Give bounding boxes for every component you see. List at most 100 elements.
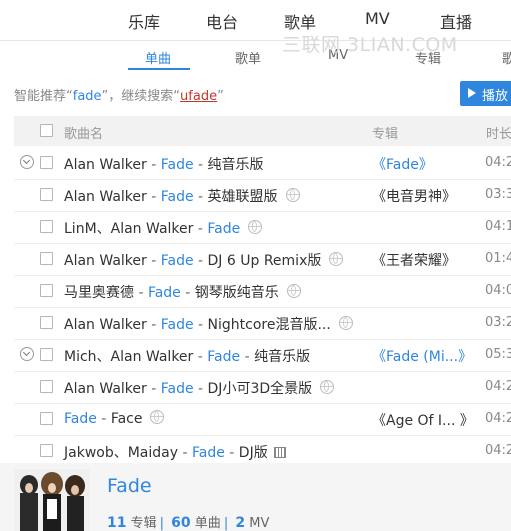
song-album[interactable]: 《Age Of I... 》 bbox=[372, 410, 474, 430]
song-artist[interactable]: Jakwob、Maiday bbox=[64, 445, 178, 461]
song-title[interactable]: Jakwob、Maiday - Fade - DJ版 bbox=[64, 442, 286, 462]
song-name[interactable]: Fade bbox=[161, 157, 194, 173]
song-title[interactable]: Alan Walker - Fade - 纯音乐版 bbox=[64, 154, 264, 174]
song-title[interactable]: 马里奥赛德 - Fade - 钢琴版纯音乐 bbox=[64, 282, 301, 302]
song-name[interactable]: Fade bbox=[207, 221, 240, 237]
song-album[interactable]: 《Fade》 bbox=[372, 154, 433, 174]
hint-prefix: 智能推荐“ bbox=[14, 89, 73, 104]
song-row[interactable]: Alan Walker - Fade - 纯音乐版 《Fade》 04:2 bbox=[14, 147, 511, 180]
albums-label[interactable]: 专辑 bbox=[131, 516, 157, 531]
header-duration: 时长 bbox=[486, 127, 511, 142]
song-name[interactable]: Fade bbox=[192, 445, 225, 461]
song-row[interactable]: 马里奥赛德 - Fade - 钢琴版纯音乐 04:0 bbox=[14, 275, 511, 308]
albums-count: 11 bbox=[107, 515, 127, 531]
globe-icon bbox=[329, 252, 344, 266]
song-duration: 04:2 bbox=[485, 411, 511, 426]
song-artist[interactable]: LinM、Alan Walker bbox=[64, 221, 193, 237]
song-name[interactable]: Fade bbox=[148, 285, 181, 301]
song-row[interactable]: Alan Walker - Fade - 英雄联盟版 《电音男神》 03:3 bbox=[14, 179, 511, 212]
song-name[interactable]: Fade bbox=[161, 189, 194, 205]
song-artist[interactable]: Alan Walker bbox=[64, 189, 147, 205]
watermark: 三联网 3LIAN.COM bbox=[282, 34, 458, 56]
song-checkbox[interactable] bbox=[40, 444, 53, 457]
song-artist[interactable]: 马里奥赛德 bbox=[64, 285, 134, 301]
song-version: 纯音乐版 bbox=[254, 349, 311, 365]
song-title[interactable]: LinM、Alan Walker - Fade bbox=[64, 218, 263, 238]
song-row[interactable]: Fade - Face 《Age Of I... 》 04:2 bbox=[14, 403, 511, 436]
song-checkbox[interactable] bbox=[40, 316, 53, 329]
song-album[interactable]: 《电音男神》 bbox=[372, 186, 456, 206]
song-row[interactable]: Alan Walker - Fade - Nightcore混音版... 03:2 bbox=[14, 307, 511, 340]
song-artist[interactable]: Alan Walker bbox=[64, 317, 147, 333]
song-duration: 04:1 bbox=[485, 219, 511, 234]
hint-middle: ”，继续搜索“ bbox=[101, 89, 181, 104]
mv-icon[interactable] bbox=[273, 447, 286, 458]
song-title[interactable]: Alan Walker - Fade - DJ小可3D全景版 bbox=[64, 378, 335, 398]
song-name[interactable]: Fade bbox=[64, 411, 97, 427]
song-artist[interactable]: Mich、Alan Walker bbox=[64, 349, 193, 365]
song-row[interactable]: LinM、Alan Walker - Fade 04:1 bbox=[14, 211, 511, 244]
song-version: DJ版 bbox=[238, 445, 268, 461]
song-checkbox[interactable] bbox=[40, 220, 53, 233]
song-checkbox[interactable] bbox=[40, 380, 53, 393]
song-checkbox[interactable] bbox=[40, 412, 53, 425]
song-checkbox[interactable] bbox=[40, 348, 53, 361]
songs-count: 60 bbox=[171, 515, 191, 531]
header-song: 歌曲名 bbox=[64, 127, 104, 142]
song-artist[interactable]: Alan Walker bbox=[64, 381, 147, 397]
play-all-button[interactable]: 播放 bbox=[460, 81, 511, 106]
song-name[interactable]: Fade bbox=[161, 381, 194, 397]
globe-icon bbox=[320, 380, 335, 394]
hint-keyword: fade bbox=[72, 89, 102, 104]
song-duration: 04:0 bbox=[485, 283, 511, 298]
mv-label[interactable]: MV bbox=[249, 516, 269, 531]
globe-icon bbox=[285, 188, 300, 202]
select-all-checkbox[interactable] bbox=[40, 124, 53, 137]
song-duration: 04:2 bbox=[485, 443, 511, 458]
song-title[interactable]: Alan Walker - Fade - Nightcore混音版... bbox=[64, 314, 353, 334]
play-all-label: 播放 bbox=[482, 89, 509, 104]
song-checkbox[interactable] bbox=[40, 188, 53, 201]
play-icon bbox=[468, 88, 476, 98]
globe-icon bbox=[338, 316, 353, 330]
hint-suffix: ” bbox=[217, 89, 224, 104]
artist-name[interactable]: Fade bbox=[107, 475, 152, 497]
song-artist[interactable]: Alan Walker bbox=[64, 157, 147, 173]
song-row[interactable]: Alan Walker - Fade - DJ 6 Up Remix版 《王者荣耀… bbox=[14, 243, 511, 276]
song-checkbox[interactable] bbox=[40, 284, 53, 297]
song-duration: 04:2 bbox=[485, 155, 511, 170]
song-title[interactable]: Alan Walker - Fade - DJ 6 Up Remix版 bbox=[64, 250, 344, 270]
alt-search-link[interactable]: ufade bbox=[180, 89, 217, 104]
nav-radio[interactable]: 电台 bbox=[206, 9, 238, 33]
song-checkbox[interactable] bbox=[40, 156, 53, 169]
tab-songs[interactable]: 单曲 bbox=[145, 48, 171, 67]
song-row[interactable]: Mich、Alan Walker - Fade - 纯音乐版 《Fade (Mi.… bbox=[14, 339, 511, 372]
table-header: 歌曲名 专辑 时长 bbox=[14, 116, 511, 146]
song-title[interactable]: Fade - Face bbox=[64, 410, 165, 427]
tab-playlists[interactable]: 歌单 bbox=[235, 48, 261, 67]
song-name[interactable]: Fade bbox=[161, 253, 194, 269]
song-album[interactable]: 《王者荣耀》 bbox=[372, 250, 456, 270]
nav-mv[interactable]: MV bbox=[365, 9, 390, 28]
song-version: Nightcore混音版... bbox=[207, 317, 331, 333]
song-checkbox[interactable] bbox=[40, 252, 53, 265]
song-name[interactable]: Fade bbox=[161, 317, 194, 333]
song-row[interactable]: Alan Walker - Fade - DJ小可3D全景版 04:2 bbox=[14, 371, 511, 404]
expand-versions-icon[interactable] bbox=[20, 155, 34, 169]
song-duration: 03:2 bbox=[485, 315, 511, 330]
song-album[interactable]: 《Fade (Mi...》 bbox=[372, 346, 472, 366]
song-name[interactable]: Fade bbox=[207, 349, 240, 365]
search-hint: 智能推荐“fade”，继续搜索“ufade” bbox=[14, 85, 224, 104]
song-version: 英雄联盟版 bbox=[207, 189, 278, 205]
tab-lyrics[interactable]: 歌 bbox=[502, 48, 511, 67]
expand-versions-icon[interactable] bbox=[20, 347, 34, 361]
song-duration: 04:2 bbox=[485, 379, 511, 394]
song-title[interactable]: Alan Walker - Fade - 英雄联盟版 bbox=[64, 186, 300, 206]
song-title[interactable]: Mich、Alan Walker - Fade - 纯音乐版 bbox=[64, 346, 310, 366]
nav-library[interactable]: 乐库 bbox=[128, 9, 160, 33]
globe-icon bbox=[150, 410, 165, 424]
artist-photo[interactable] bbox=[14, 469, 90, 531]
song-artist[interactable]: Alan Walker bbox=[64, 253, 147, 269]
artist-card: Fade 11 专辑 | 60 单曲 | 2 MV bbox=[0, 463, 511, 531]
songs-label[interactable]: 单曲 bbox=[195, 516, 221, 531]
